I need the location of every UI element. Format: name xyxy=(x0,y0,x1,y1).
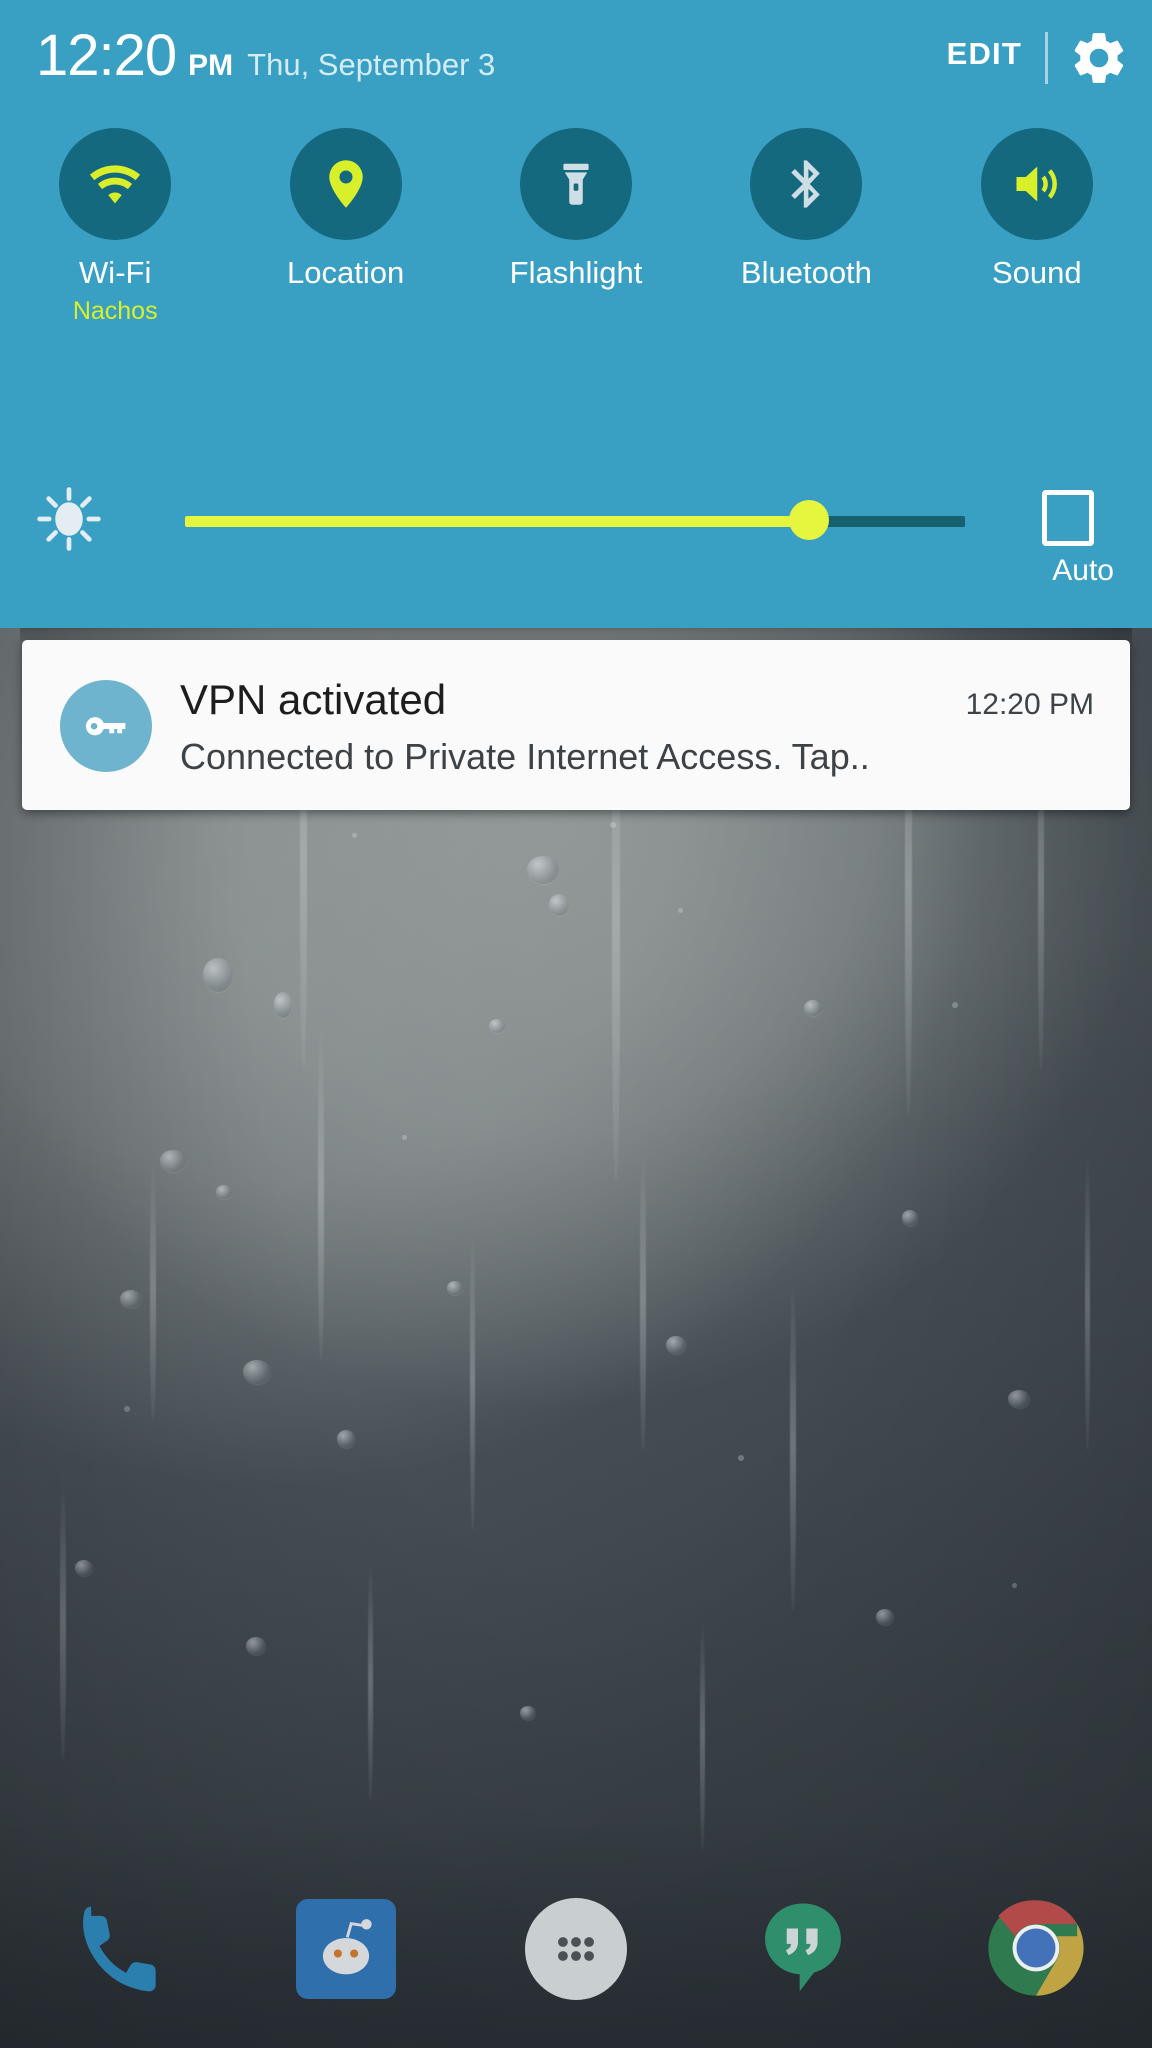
bluetooth-icon xyxy=(791,160,821,208)
wifi-icon xyxy=(90,165,141,204)
quick-settings-panel: 12:20 PM Thu, September 3 EDIT Wi-Fi Nac… xyxy=(0,0,1152,628)
toggle-circle-wifi xyxy=(59,128,172,240)
notification-vpn[interactable]: VPN activated 12:20 PM Connected to Priv… xyxy=(22,640,1130,810)
brightness-slider[interactable] xyxy=(185,500,965,540)
clock-date: Thu, September 3 xyxy=(247,47,496,82)
phone-icon xyxy=(62,1896,168,2002)
chrome-icon xyxy=(984,1896,1090,2002)
notification-title: VPN activated xyxy=(180,676,447,723)
brightness-slider-fill xyxy=(185,516,809,527)
app-drawer-icon xyxy=(525,1898,628,2000)
toggle-sound[interactable]: Sound xyxy=(922,128,1152,338)
toggle-wifi[interactable]: Wi-Fi Nachos xyxy=(0,128,230,338)
auto-brightness-label: Auto xyxy=(1052,554,1114,587)
clock-time: 12:20 xyxy=(36,23,177,88)
sound-volume-icon xyxy=(1016,166,1057,202)
flashlight-icon xyxy=(563,163,589,205)
toggle-circle-bluetooth xyxy=(750,128,863,240)
location-pin-icon xyxy=(328,160,363,208)
notification-body: Connected to Private Internet Access. Ta… xyxy=(180,736,870,777)
reddit-icon xyxy=(295,1899,396,1999)
toggle-sublabel-wifi: Nachos xyxy=(72,297,158,325)
toggle-label-location: Location xyxy=(287,255,405,290)
auto-brightness-checkbox[interactable] xyxy=(1042,490,1094,546)
toggle-location[interactable]: Location xyxy=(230,128,460,338)
brightness-sun-icon xyxy=(36,486,102,552)
toggle-label-flashlight: Flashlight xyxy=(509,255,643,290)
dock-item-reddit[interactable] xyxy=(230,1899,460,1999)
android-home-screen: 12:20 PM Thu, September 3 EDIT Wi-Fi Nac… xyxy=(0,0,1152,2048)
brightness-row: Auto xyxy=(0,472,1152,592)
toggle-flashlight[interactable]: Flashlight xyxy=(461,128,691,338)
toggle-label-wifi: Wi-Fi xyxy=(79,255,152,290)
toggle-circle-flashlight xyxy=(520,128,633,240)
quick-settings-header: 12:20 PM Thu, September 3 EDIT xyxy=(0,0,1152,120)
dock-item-chrome[interactable] xyxy=(922,1896,1152,2002)
clock-block: 12:20 PM Thu, September 3 xyxy=(36,27,495,85)
vpn-key-icon xyxy=(60,680,152,772)
home-dock xyxy=(0,1884,1152,2014)
edit-button[interactable]: EDIT xyxy=(947,36,1022,72)
notification-time: 12:20 PM xyxy=(965,688,1094,721)
toggle-label-bluetooth: Bluetooth xyxy=(740,255,872,290)
toggle-label-sound: Sound xyxy=(992,255,1082,290)
toggle-circle-sound xyxy=(980,128,1093,240)
brightness-slider-thumb[interactable] xyxy=(789,500,829,540)
dock-item-app-drawer[interactable] xyxy=(461,1898,691,2000)
toggle-circle-location xyxy=(289,128,402,240)
clock-ampm: PM xyxy=(188,49,234,82)
gear-icon[interactable] xyxy=(1068,27,1130,89)
header-divider xyxy=(1045,32,1048,84)
hangouts-icon xyxy=(753,1896,859,2002)
quick-settings-toggles: Wi-Fi Nachos Location Flashlight Bluetoo… xyxy=(0,128,1152,338)
dock-item-hangouts[interactable] xyxy=(691,1896,921,2002)
toggle-bluetooth[interactable]: Bluetooth xyxy=(691,128,921,338)
dock-item-phone[interactable] xyxy=(0,1896,230,2002)
